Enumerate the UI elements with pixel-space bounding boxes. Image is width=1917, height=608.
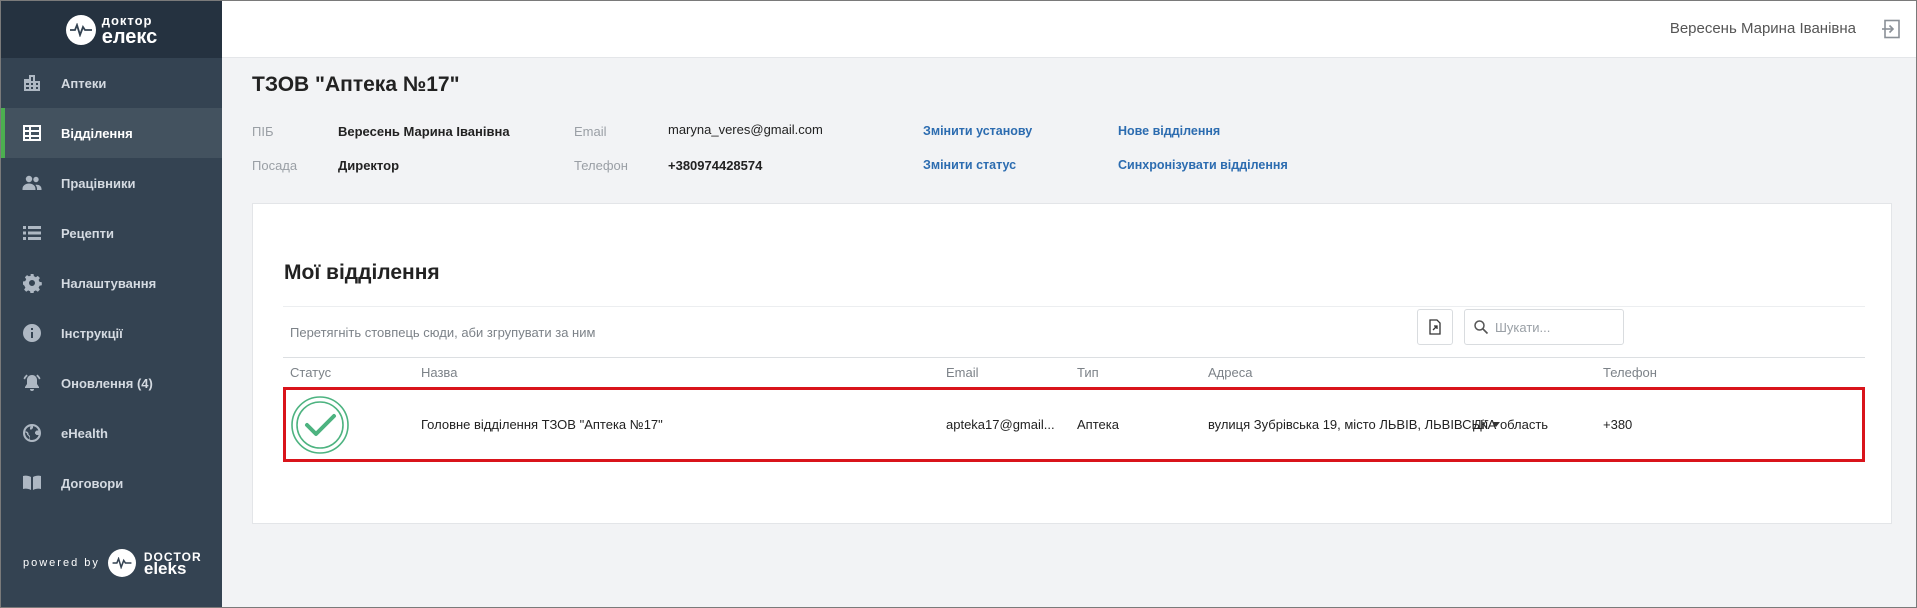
building-icon: [21, 72, 43, 94]
sidebar-item-label: Договори: [61, 475, 124, 491]
email-value: maryna_veres@gmail.com: [668, 122, 823, 137]
sidebar-item-employees[interactable]: Працівники: [1, 158, 222, 208]
sidebar-item-updates[interactable]: Оновлення (4): [1, 358, 222, 408]
sidebar-item-settings[interactable]: Налаштування: [1, 258, 222, 308]
group-panel[interactable]: Перетягніть стовпець сюди, аби згрупуват…: [283, 306, 1865, 358]
sidebar-item-prescriptions[interactable]: Рецепти: [1, 208, 222, 258]
book-icon: [21, 472, 43, 494]
cell-email: apteka17@gmail...: [946, 417, 1055, 432]
table-row[interactable]: Головне відділення ТЗОВ "Аптека №17" apt…: [283, 387, 1865, 462]
topbar: Вересень Марина Іванівна: [222, 1, 1916, 58]
row-actions-dropdown[interactable]: Дії: [1473, 417, 1501, 432]
pib-value: Вересень Марина Іванівна: [338, 124, 510, 139]
pib-label: ПІБ: [252, 124, 274, 139]
info-icon: [21, 322, 43, 344]
sidebar-item-label: Аптеки: [61, 75, 107, 91]
page-title: ТЗОВ "Аптека №17": [252, 73, 460, 96]
logout-icon[interactable]: [1880, 18, 1902, 40]
sidebar-item-label: eHealth: [61, 425, 108, 441]
logo-line2: елекс: [101, 25, 158, 48]
email-label: Email: [574, 124, 607, 139]
column-header-email[interactable]: Email: [946, 365, 979, 380]
phone-label: Телефон: [574, 158, 628, 173]
column-header-type[interactable]: Тип: [1077, 365, 1099, 380]
export-button[interactable]: [1417, 309, 1453, 345]
panel-title: Мої відділення: [284, 261, 440, 284]
gear-icon: [21, 272, 43, 294]
bell-icon: [21, 372, 43, 394]
position-value: Директор: [338, 158, 400, 173]
change-status-link[interactable]: Змінити статус: [923, 158, 1016, 172]
position-label: Посада: [252, 158, 298, 173]
row-actions-label: Дії: [1473, 417, 1489, 432]
cell-name: Головне відділення ТЗОВ "Аптека №17": [421, 417, 663, 432]
change-institution-link[interactable]: Змінити установу: [923, 124, 1032, 138]
sidebar-item-pharmacies[interactable]: Аптеки: [1, 58, 222, 108]
pulse-logo-icon: [107, 549, 136, 577]
cell-phone: +380: [1603, 417, 1633, 432]
sidebar-item-label: Інструкції: [61, 325, 123, 341]
sidebar-item-label: Працівники: [61, 175, 136, 191]
sidebar-item-ehealth[interactable]: eHealth: [1, 408, 222, 458]
sidebar-item-departments[interactable]: Відділення: [1, 108, 222, 158]
list-icon: [21, 222, 43, 244]
search-icon: [1474, 320, 1489, 335]
footer-logo-line2: eleks: [143, 559, 187, 578]
search-input[interactable]: [1495, 319, 1615, 335]
new-department-link[interactable]: Нове відділення: [1118, 124, 1220, 138]
sidebar-item-label: Оновлення (4): [61, 375, 153, 391]
sidebar-item-contracts[interactable]: Договори: [1, 458, 222, 508]
column-header-address[interactable]: Адреса: [1208, 365, 1252, 380]
departments-panel: Мої відділення Перетягніть стовпець сюди…: [252, 203, 1892, 524]
sidebar-nav: Аптеки Відділення Працівники Рецепти Нал…: [1, 58, 222, 508]
phone-value: +380974428574: [668, 158, 763, 173]
current-user-name[interactable]: Вересень Марина Іванівна: [1670, 20, 1856, 37]
column-header-phone[interactable]: Телефон: [1603, 365, 1657, 380]
group-hint: Перетягніть стовпець сюди, аби згрупуват…: [290, 325, 596, 340]
sync-departments-link[interactable]: Синхронізувати відділення: [1118, 158, 1288, 172]
column-header-status[interactable]: Статус: [290, 365, 331, 380]
sidebar-item-instructions[interactable]: Інструкції: [1, 308, 222, 358]
powered-by-text: powered by: [23, 557, 100, 569]
globe-icon: [21, 422, 43, 444]
powered-by: powered by DOCTOR eleks: [23, 549, 202, 577]
caret-down-icon: [1492, 422, 1501, 427]
people-icon: [21, 172, 43, 194]
cell-type: Аптека: [1077, 417, 1119, 432]
sidebar-item-label: Налаштування: [61, 275, 157, 291]
check-circle-icon: [291, 396, 349, 454]
column-header-name[interactable]: Назва: [421, 365, 457, 380]
sidebar: доктор елекс Аптеки Відділення Працівник…: [1, 1, 222, 607]
pulse-logo-icon: [65, 14, 96, 45]
export-icon: [1429, 319, 1441, 335]
departments-icon: [21, 122, 43, 144]
search-field[interactable]: [1464, 309, 1624, 345]
sidebar-item-label: Відділення: [61, 125, 133, 141]
brand-logo[interactable]: доктор елекс: [1, 1, 222, 58]
sidebar-item-label: Рецепти: [61, 225, 115, 241]
